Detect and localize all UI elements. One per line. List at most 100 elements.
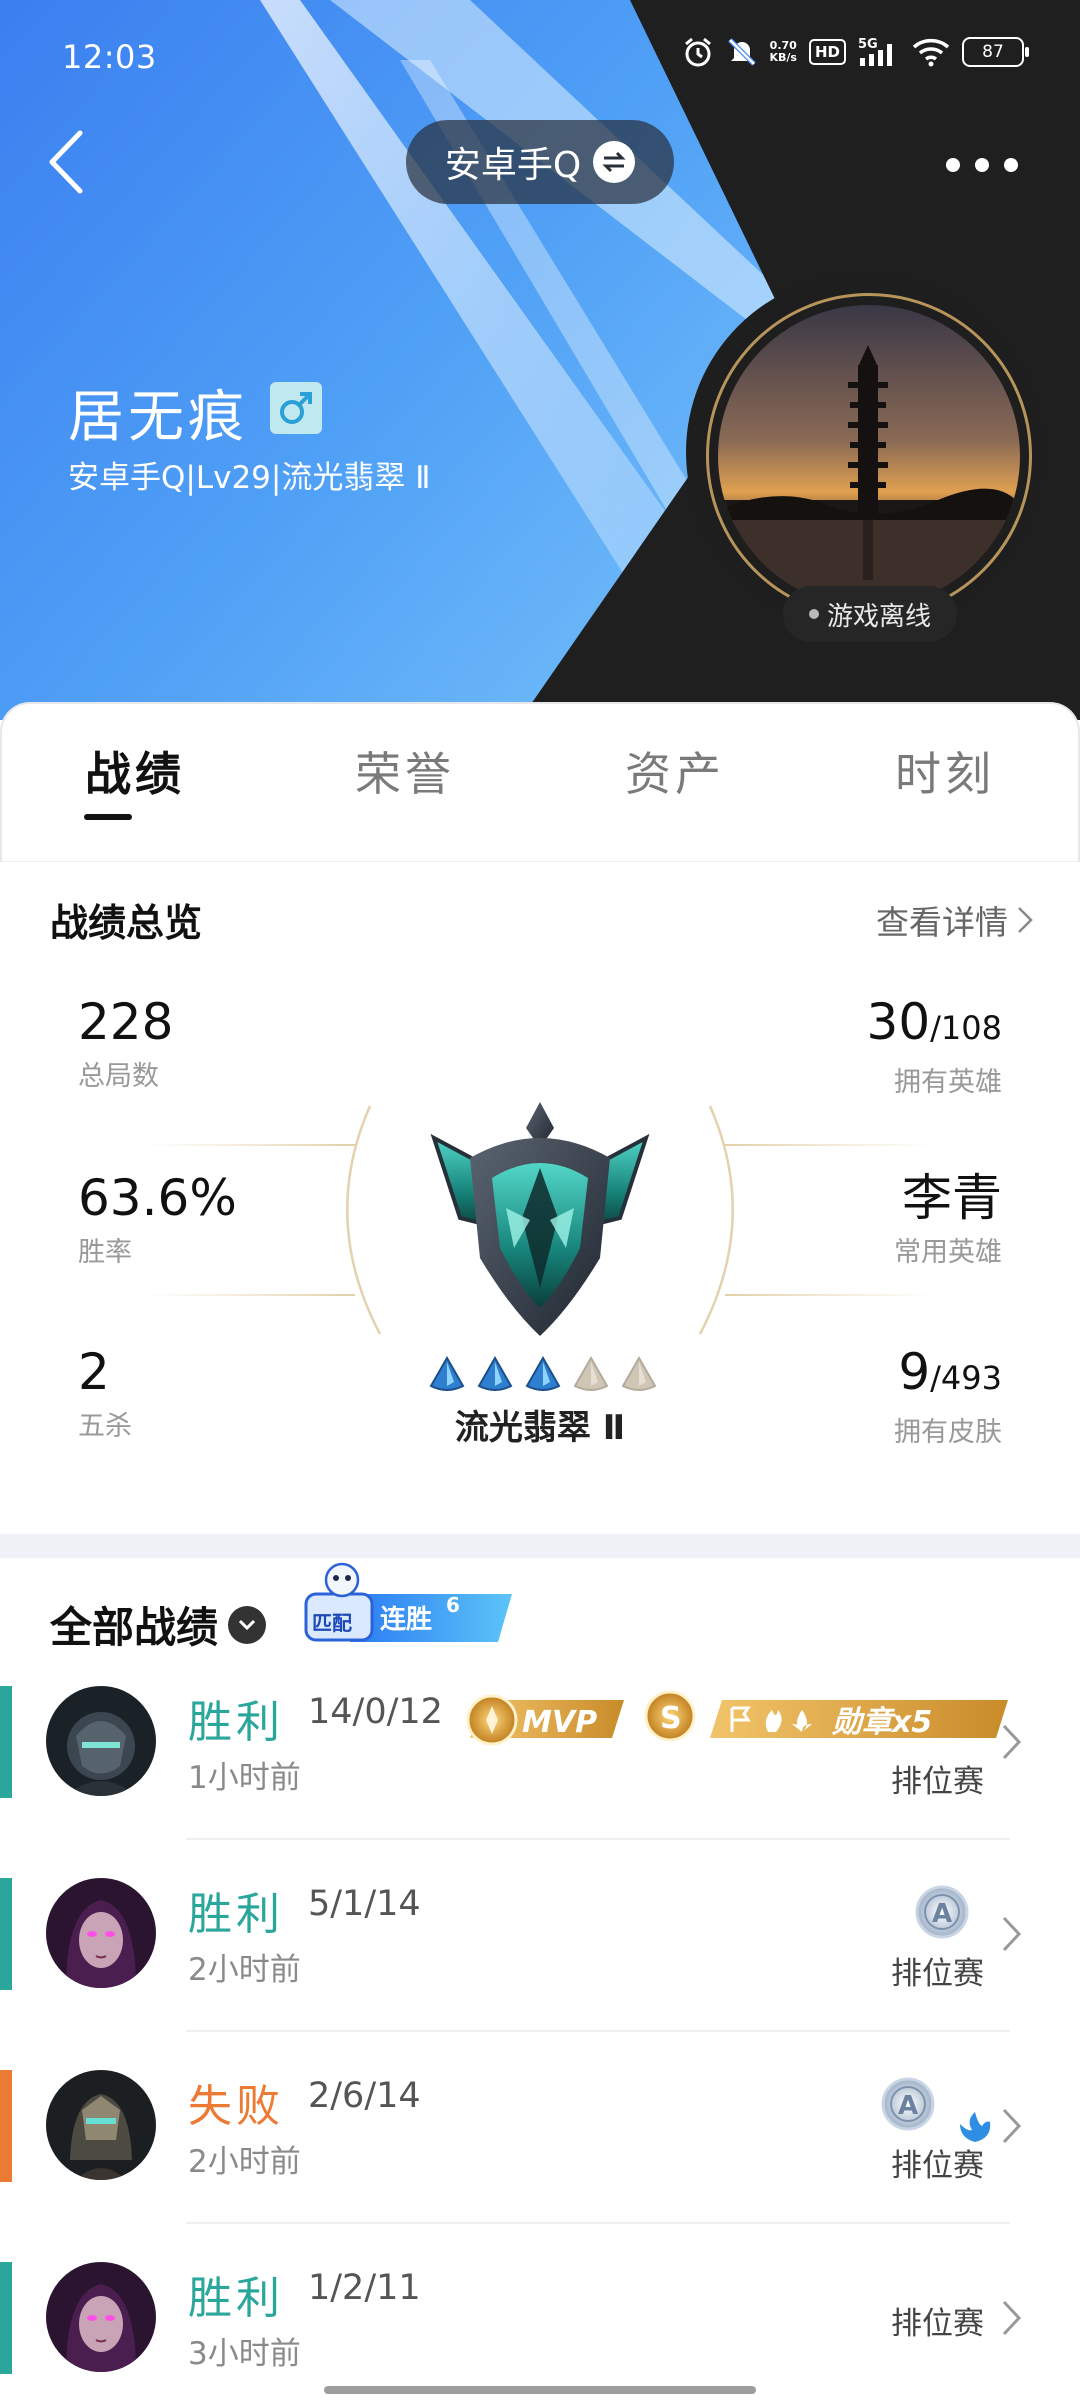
back-arrow-icon [49, 130, 83, 194]
total-games-value: 228 [78, 993, 174, 1051]
account-name: 安卓手Q [444, 145, 582, 186]
result-bar [0, 2070, 12, 2182]
section-divider [0, 1534, 1080, 1558]
status-bar: 12:03 0.70 KB/s HD 5G 87 [0, 30, 1080, 90]
match-time: 3小时前 [188, 2336, 301, 2372]
chevron-down-icon [228, 1605, 267, 1644]
tab-records[interactable]: 战绩 [0, 738, 270, 828]
tab-assets[interactable]: 资产 [540, 738, 810, 828]
hero-avatar [46, 2262, 156, 2372]
mvp-badge-text: MVP [522, 1705, 597, 1740]
heroes-owned-count: 30 [866, 993, 931, 1051]
chevron-right-icon [1002, 1724, 1022, 1760]
active-tab-indicator [84, 814, 132, 820]
profile-header: 12:03 0.70 KB/s HD 5G 87 安卓手Q 居无痕 安卓手Q|L… [0, 0, 1080, 720]
mvp-badge-icon: MVP [466, 1694, 624, 1746]
match-time: 2小时前 [188, 1952, 301, 1988]
match-time: 2小时前 [188, 2144, 301, 2180]
chevron-right-icon [1018, 907, 1033, 933]
result-bar [0, 1686, 12, 1798]
match-kda: 14/0/12 [308, 1692, 443, 1732]
wifi-icon [912, 37, 950, 67]
rank-stars [428, 1356, 658, 1394]
more-dot-icon [1004, 158, 1018, 172]
battery-icon: 87 [962, 37, 1029, 67]
heroes-owned-label: 拥有英雄 [894, 1067, 1002, 1098]
heroes-owned-total: /108 [930, 1009, 1002, 1047]
more-dot-icon [946, 158, 960, 172]
s-grade-badge-icon: S [644, 1690, 696, 1742]
a-grade-badge-icon: A [915, 1885, 969, 1939]
row-divider [186, 2030, 1010, 2032]
match-row[interactable]: 胜利 1/2/11 3小时前 排位赛 [0, 2262, 1080, 2400]
online-status-text: 游戏离线 [826, 601, 931, 632]
all-matches-filter[interactable]: 全部战绩 [50, 1594, 267, 1655]
signal-icon: 5G [858, 36, 900, 68]
network-speed: 0.70 KB/s [770, 40, 797, 64]
stat-total-games: 228 总局数 [78, 992, 173, 1093]
streak-count-text: 6 [446, 1593, 460, 1617]
hero-avatar [46, 1878, 156, 1988]
hd-icon: HD [808, 39, 846, 65]
view-details-label: 查看详情 [876, 903, 1008, 942]
status-icons: 0.70 KB/s HD 5G 87 [682, 36, 1029, 68]
result-bar [0, 1878, 12, 1990]
player-subtitle: 安卓手Q|Lv29|流光翡翠 Ⅱ [68, 460, 431, 496]
account-switch-button[interactable]: 安卓手Q [406, 120, 674, 204]
match-kda: 5/1/14 [308, 1884, 421, 1924]
more-dot-icon [975, 158, 989, 172]
streak-label-text: 连胜 [380, 1605, 432, 1635]
hero-avatar [46, 1686, 156, 1796]
match-kda: 1/2/11 [308, 2268, 421, 2308]
match-mode: 排位赛 [891, 2148, 984, 2184]
pentakills-value: 2 [78, 1343, 110, 1401]
tab-moments[interactable]: 时刻 [810, 738, 1080, 828]
tab-honor[interactable]: 荣誉 [270, 738, 540, 828]
player-avatar[interactable] [718, 305, 1020, 607]
match-result: 胜利 [188, 1889, 284, 1940]
medal-badge-text: 勋章x5 [831, 1705, 932, 1740]
mute-bell-icon [726, 36, 758, 68]
match-mode: 排位赛 [891, 1764, 984, 1800]
view-details-link[interactable]: 查看详情 [876, 896, 1034, 944]
match-mode: 排位赛 [891, 1956, 984, 1992]
result-bar [0, 2262, 12, 2374]
home-indicator[interactable] [324, 2386, 756, 2394]
a-grade-badge-icon: A [881, 2077, 935, 2131]
status-dot-icon [808, 609, 819, 619]
rank-star-filled-icon [525, 1356, 561, 1391]
row-divider [186, 1838, 1010, 1840]
medal-badge-icon: 勋章x5 [710, 1700, 1008, 1740]
rank-star-empty-icon [573, 1356, 609, 1391]
online-status-badge: 游戏离线 [783, 586, 957, 642]
match-row[interactable]: 胜利 14/0/12 1小时前 MVP S 勋章x5 排位赛 [0, 1686, 1080, 1878]
more-options-button[interactable] [946, 150, 1018, 180]
a-grade-text: A [932, 1899, 952, 1929]
heroes-owned-value: 30/108 [867, 992, 1002, 1058]
match-kda: 2/6/14 [308, 2076, 421, 2116]
back-button[interactable] [40, 125, 100, 200]
fighting-spirit-icon [960, 2112, 991, 2142]
win-streak-badge: 匹配 连胜 6 [304, 1562, 512, 1642]
match-time: 1小时前 [188, 1760, 301, 1796]
player-name: 居无痕 [68, 385, 248, 450]
rank-star-filled-icon [429, 1356, 465, 1391]
skins-owned-value: 9/493 [894, 1342, 1002, 1408]
all-matches-title: 全部战绩 [50, 1603, 219, 1652]
s-grade-text: S [660, 1701, 682, 1736]
skins-owned-total: /493 [930, 1359, 1002, 1397]
match-row[interactable]: 失败 2/6/14 2小时前 A 排位赛 [0, 2070, 1080, 2262]
chevron-right-icon [1002, 1916, 1022, 1952]
row-divider [186, 2222, 1010, 2224]
match-mode: 排位赛 [891, 2306, 984, 2342]
stat-heroes-owned[interactable]: 30/108 拥有英雄 [867, 992, 1002, 1099]
overview-title: 战绩总览 [50, 901, 203, 945]
svg-text:5G: 5G [858, 37, 878, 52]
net-speed-unit: KB/s [769, 51, 797, 64]
skins-owned-count: 9 [898, 1343, 931, 1401]
match-row[interactable]: 胜利 5/1/14 2小时前 A 排位赛 [0, 1878, 1080, 2070]
rank-star-empty-icon [621, 1356, 657, 1391]
alarm-icon [682, 36, 714, 68]
male-gender-icon [270, 382, 322, 434]
total-games-label: 总局数 [78, 1061, 159, 1092]
